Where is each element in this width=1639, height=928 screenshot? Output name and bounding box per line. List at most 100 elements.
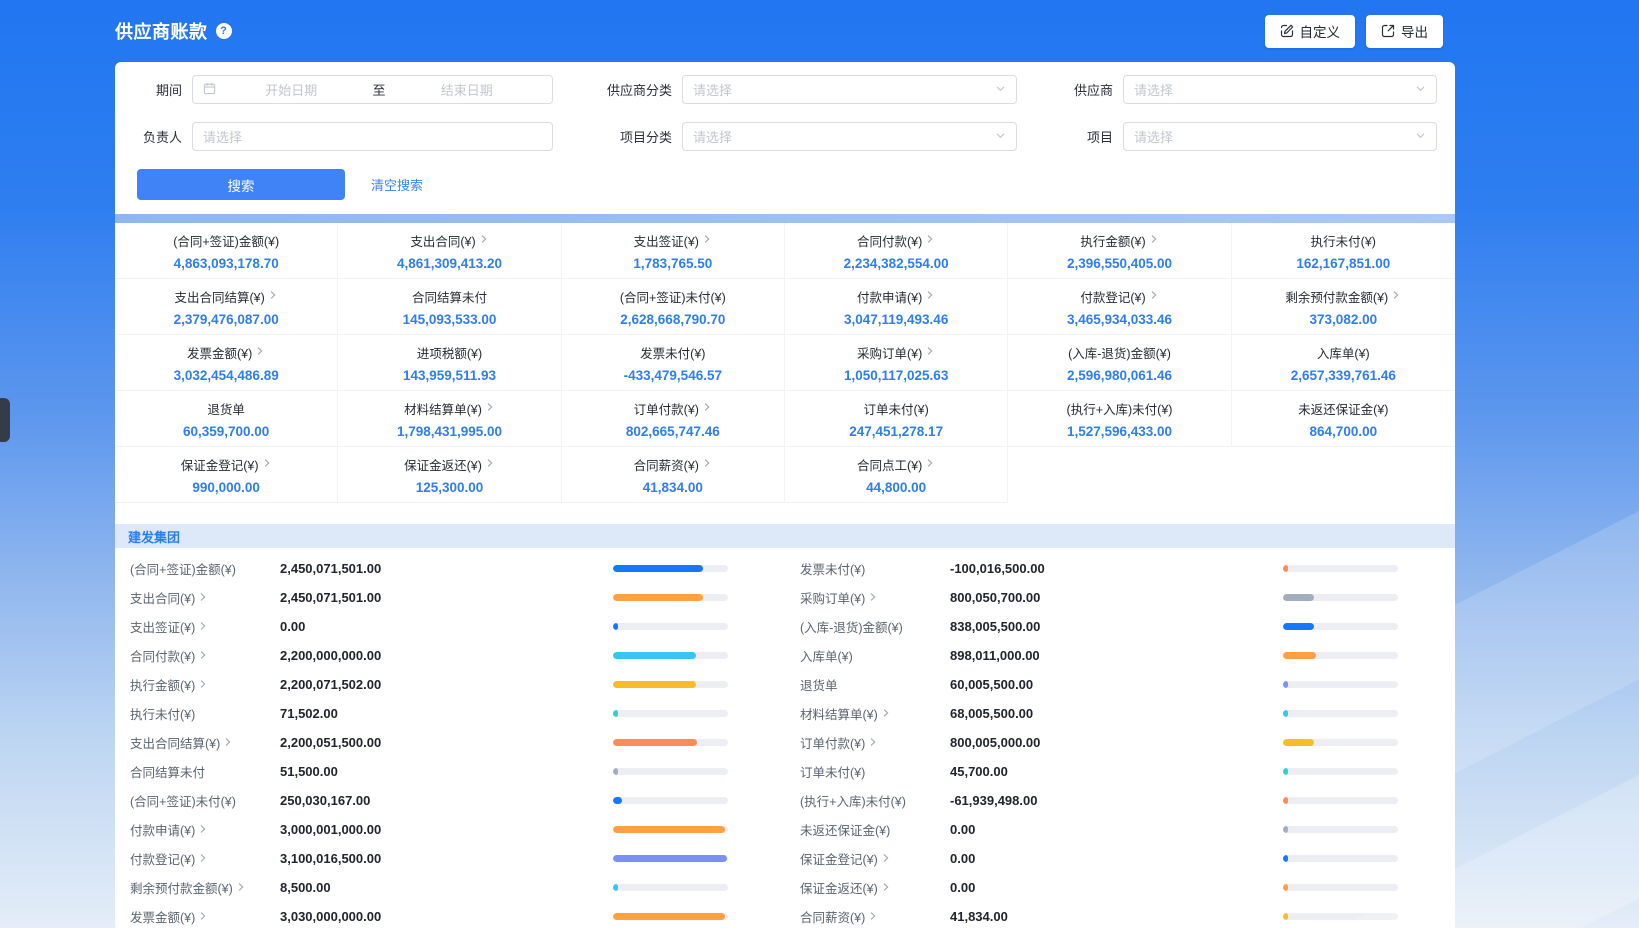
metric-row[interactable]: 退货单 60,005,500.00 (785, 670, 1455, 699)
summary-cell[interactable]: 执行金额(¥) 2,396,550,405.00 (1008, 223, 1231, 279)
metric-progress-bar (1283, 913, 1398, 920)
metric-row[interactable]: 入库单(¥) 898,011,000.00 (785, 641, 1455, 670)
metric-row[interactable]: 支出合同结算(¥) 2,200,051,500.00 (115, 728, 785, 757)
metric-value: 800,050,700.00 (950, 590, 1283, 605)
summary-cell[interactable]: 合同付款(¥) 2,234,382,554.00 (785, 223, 1008, 279)
metric-label: 支出合同(¥) (130, 588, 195, 607)
summary-cell[interactable]: 剩余预付款金额(¥) 373,082.00 (1232, 279, 1455, 335)
metric-row[interactable]: 剩余预付款金额(¥) 8,500.00 (115, 873, 785, 902)
summary-cell[interactable]: 合同点工(¥) 44,800.00 (785, 447, 1008, 503)
date-range-input[interactable]: 开始日期 至 结束日期 (192, 75, 553, 104)
metric-row[interactable]: 合同薪资(¥) 41,834.00 (785, 902, 1455, 928)
summary-cell[interactable]: 入库单(¥) 2,657,339,761.46 (1232, 335, 1455, 391)
summary-value: 2,596,980,061.46 (1067, 368, 1172, 383)
summary-label: (合同+签证)金额(¥) (173, 231, 279, 250)
summary-cell[interactable]: 合同薪资(¥) 41,834.00 (562, 447, 785, 503)
summary-value: 44,800.00 (866, 480, 926, 495)
metric-row[interactable]: 支出签证(¥) 0.00 (115, 612, 785, 641)
project-select[interactable]: 请选择 (1123, 122, 1437, 151)
help-icon[interactable]: ? (216, 23, 232, 39)
summary-label: 采购订单(¥) (857, 343, 922, 362)
metric-row[interactable]: (合同+签证)金额(¥) 2,450,071,501.00 (115, 554, 785, 583)
metric-label: 付款申请(¥) (130, 820, 195, 839)
summary-cell[interactable]: (合同+签证)未付(¥) 2,628,668,790.70 (562, 279, 785, 335)
metric-row[interactable]: 保证金登记(¥) 0.00 (785, 844, 1455, 873)
summary-cell[interactable]: 执行未付(¥) 162,167,851.00 (1232, 223, 1455, 279)
export-button[interactable]: 导出 (1366, 15, 1443, 48)
metric-row[interactable]: 合同结算未付 51,500.00 (115, 757, 785, 786)
page-title: 供应商账款 (115, 18, 208, 44)
search-button[interactable]: 搜索 (137, 169, 345, 200)
summary-label: 支出合同(¥) (410, 231, 475, 250)
metric-row[interactable]: 合同付款(¥) 2,200,000,000.00 (115, 641, 785, 670)
side-panel-handle[interactable] (0, 398, 10, 442)
summary-cell[interactable]: 发票未付(¥) -433,479,546.57 (562, 335, 785, 391)
metric-row[interactable]: 保证金返还(¥) 0.00 (785, 873, 1455, 902)
company-name[interactable]: 建发集团 (128, 527, 180, 546)
summary-label: 进项税额(¥) (417, 343, 482, 362)
summary-cell[interactable]: (合同+签证)金额(¥) 4,863,093,178.70 (115, 223, 338, 279)
chevron-down-icon (1415, 82, 1426, 97)
summary-cell[interactable]: 材料结算单(¥) 1,798,431,995.00 (338, 391, 561, 447)
summary-value: 145,093,533.00 (403, 312, 497, 327)
chevron-right-icon (223, 736, 233, 750)
project-category-select[interactable]: 请选择 (682, 122, 1017, 151)
metric-progress-bar (1283, 594, 1398, 601)
summary-cell[interactable]: 采购订单(¥) 1,050,117,025.63 (785, 335, 1008, 391)
metric-label: 采购订单(¥) (800, 588, 865, 607)
clear-search-link[interactable]: 清空搜索 (371, 175, 423, 194)
summary-cell[interactable]: (入库-退货)金额(¥) 2,596,980,061.46 (1008, 335, 1231, 391)
metric-progress-bar (613, 652, 728, 659)
section-divider (115, 214, 1455, 223)
metric-row[interactable]: (执行+入库)未付(¥) -61,939,498.00 (785, 786, 1455, 815)
summary-value: 990,000.00 (192, 480, 260, 495)
summary-cell[interactable]: 进项税额(¥) 143,959,511.93 (338, 335, 561, 391)
summary-label: 支出签证(¥) (634, 231, 699, 250)
summary-value: 60,359,700.00 (183, 424, 269, 439)
metric-row[interactable]: 执行未付(¥) 71,502.00 (115, 699, 785, 728)
metric-row[interactable]: 采购订单(¥) 800,050,700.00 (785, 583, 1455, 612)
owner-select[interactable]: 请选择 (192, 122, 553, 151)
summary-cell[interactable]: 订单未付(¥) 247,451,278.17 (785, 391, 1008, 447)
metric-row[interactable]: 发票金额(¥) 3,030,000,000.00 (115, 902, 785, 928)
metric-row[interactable]: 材料结算单(¥) 68,005,500.00 (785, 699, 1455, 728)
detail-column-right: 发票未付(¥) -100,016,500.00 (785, 554, 1455, 928)
summary-label: 合同点工(¥) (857, 455, 922, 474)
metric-row[interactable]: 支出合同(¥) 2,450,071,501.00 (115, 583, 785, 612)
summary-cell[interactable]: 未返还保证金(¥) 864,700.00 (1232, 391, 1455, 447)
metric-row[interactable]: 执行金额(¥) 2,200,071,502.00 (115, 670, 785, 699)
metric-progress-bar (613, 884, 728, 891)
metric-row[interactable]: 付款登记(¥) 3,100,016,500.00 (115, 844, 785, 873)
metric-progress-bar (1283, 768, 1398, 775)
metric-row[interactable]: (合同+签证)未付(¥) 250,030,167.00 (115, 786, 785, 815)
summary-cell[interactable]: 支出签证(¥) 1,783,765.50 (562, 223, 785, 279)
metric-label: 执行未付(¥) (130, 704, 195, 723)
metric-row[interactable]: 发票未付(¥) -100,016,500.00 (785, 554, 1455, 583)
supplier-category-select[interactable]: 请选择 (682, 75, 1017, 104)
summary-cell[interactable]: 保证金返还(¥) 125,300.00 (338, 447, 561, 503)
summary-cell[interactable]: 付款登记(¥) 3,465,934,033.46 (1008, 279, 1231, 335)
summary-cell[interactable]: 合同结算未付 145,093,533.00 (338, 279, 561, 335)
customize-button[interactable]: 自定义 (1265, 15, 1356, 48)
chevron-right-icon (198, 649, 208, 663)
summary-value: 125,300.00 (416, 480, 484, 495)
summary-cell[interactable]: 付款申请(¥) 3,047,119,493.46 (785, 279, 1008, 335)
summary-cell[interactable]: 支出合同结算(¥) 2,379,476,087.00 (115, 279, 338, 335)
metric-row[interactable]: 订单付款(¥) 800,005,000.00 (785, 728, 1455, 757)
summary-cell[interactable]: 退货单 60,359,700.00 (115, 391, 338, 447)
metric-row[interactable]: (入库-退货)金额(¥) 838,005,500.00 (785, 612, 1455, 641)
metric-row[interactable]: 付款申请(¥) 3,000,001,000.00 (115, 815, 785, 844)
summary-cell[interactable]: 订单付款(¥) 802,665,747.46 (562, 391, 785, 447)
metric-value: 2,200,051,500.00 (280, 735, 613, 750)
summary-cell[interactable]: 保证金登记(¥) 990,000.00 (115, 447, 338, 503)
supplier-select[interactable]: 请选择 (1123, 75, 1437, 104)
summary-cell[interactable]: 发票金额(¥) 3,032,454,486.89 (115, 335, 338, 391)
summary-cell[interactable]: (执行+入库)未付(¥) 1,527,596,433.00 (1008, 391, 1231, 447)
summary-value: 2,379,476,087.00 (174, 312, 279, 327)
summary-value: 143,959,511.93 (403, 368, 496, 383)
metric-row[interactable]: 订单未付(¥) 45,700.00 (785, 757, 1455, 786)
summary-cell[interactable]: 支出合同(¥) 4,861,309,413.20 (338, 223, 561, 279)
metric-label: 发票未付(¥) (800, 559, 865, 578)
metric-row[interactable]: 未返还保证金(¥) 0.00 (785, 815, 1455, 844)
chevron-right-icon (268, 289, 278, 303)
